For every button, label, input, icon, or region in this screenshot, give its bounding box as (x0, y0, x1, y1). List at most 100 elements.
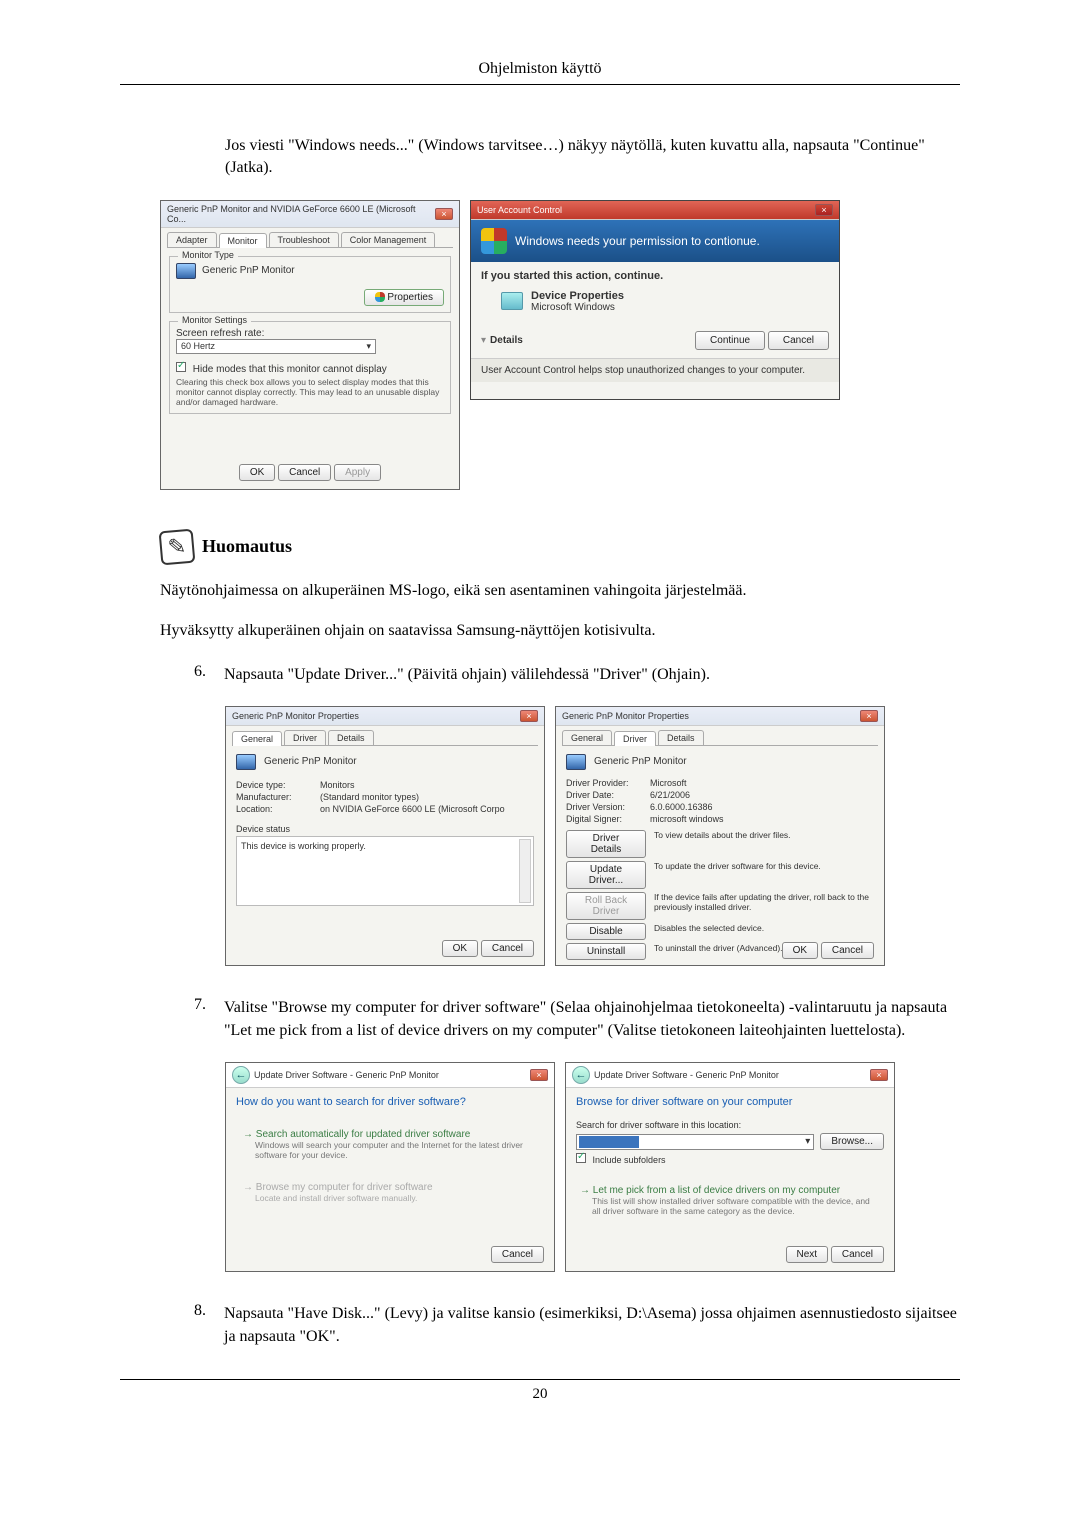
tab-row: General Driver Details (562, 730, 878, 746)
uac-started: If you started this action, continue. (481, 270, 829, 282)
dialog-title: Generic PnP Monitor Properties (562, 711, 689, 721)
opt-auto-title: Search automatically for updated driver … (256, 1129, 471, 1140)
tab-general[interactable]: General (562, 730, 612, 745)
close-icon[interactable]: × (520, 710, 538, 722)
hide-modes-checkbox[interactable] (176, 362, 186, 372)
tab-adapter[interactable]: Adapter (167, 232, 217, 247)
back-icon[interactable]: ← (232, 1066, 250, 1084)
uninstall-button[interactable]: Uninstall (566, 943, 646, 960)
tab-monitor[interactable]: Monitor (219, 233, 267, 248)
wizard-option-auto[interactable]: → Search automatically for updated drive… (236, 1122, 544, 1167)
back-icon[interactable]: ← (572, 1066, 590, 1084)
tab-details[interactable]: Details (658, 730, 704, 745)
devtype-key: Device type: (236, 780, 314, 790)
dialog-monitor-adapter: Generic PnP Monitor and NVIDIA GeForce 6… (160, 200, 460, 490)
group-monitor-settings: Monitor Settings Screen refresh rate: 60… (169, 321, 451, 414)
uac-publisher: Microsoft Windows (531, 302, 624, 313)
monitor-type-value: Generic PnP Monitor (202, 265, 295, 276)
dialog-uac: User Account Control × Windows needs you… (470, 200, 840, 400)
ok-button[interactable]: OK (239, 464, 275, 481)
dialog-title: User Account Control (477, 205, 562, 215)
figure-row-3: ← Update Driver Software - Generic PnP M… (225, 1062, 960, 1272)
wizard-heading: How do you want to search for driver sof… (236, 1096, 544, 1108)
chevron-down-icon: ▾ (366, 341, 371, 352)
apply-button[interactable]: Apply (334, 464, 381, 481)
group-label: Monitor Settings (178, 315, 251, 325)
rollback-driver-button[interactable]: Roll Back Driver (566, 892, 646, 920)
cancel-button[interactable]: Cancel (481, 940, 534, 957)
note-heading: ✎ Huomautus (160, 530, 960, 564)
step-text: Valitse "Browse my computer for driver s… (224, 996, 960, 1042)
browse-button[interactable]: Browse... (820, 1133, 884, 1150)
cancel-button[interactable]: Cancel (821, 942, 874, 959)
update-driver-desc: To update the driver software for this d… (654, 861, 874, 889)
dialog-device-properties-driver: Generic PnP Monitor Properties × General… (555, 706, 885, 966)
dialog-title: Update Driver Software - Generic PnP Mon… (254, 1070, 439, 1080)
tab-troubleshoot[interactable]: Troubleshoot (269, 232, 339, 247)
chevron-down-icon[interactable]: ▾ (802, 1136, 813, 1147)
titlebar: Generic PnP Monitor Properties × (226, 707, 544, 726)
uac-footer: User Account Control helps stop unauthor… (471, 358, 839, 382)
wizard-option-browse[interactable]: → Browse my computer for driver software… (236, 1175, 544, 1210)
chevron-down-icon[interactable]: ▾ (481, 335, 486, 346)
properties-label: Properties (387, 292, 433, 303)
cancel-button[interactable]: Cancel (491, 1246, 544, 1263)
opt-auto-desc: Windows will search your computer and th… (255, 1140, 537, 1160)
close-icon[interactable]: × (435, 208, 453, 220)
refresh-value: 60 Hertz (181, 341, 215, 351)
ok-button[interactable]: OK (782, 942, 818, 959)
status-label: Device status (236, 824, 534, 834)
location-label: Search for driver software in this locat… (576, 1120, 884, 1130)
close-icon[interactable]: × (870, 1069, 888, 1081)
close-icon[interactable]: × (530, 1069, 548, 1081)
list-item: 7. Valitse "Browse my computer for drive… (182, 996, 960, 1042)
monitor-icon (236, 754, 256, 770)
include-subfolders-checkbox[interactable] (576, 1153, 586, 1163)
group-monitor-type: Monitor Type Generic PnP Monitor Propert… (169, 256, 451, 313)
device-name: Generic PnP Monitor (594, 756, 687, 767)
wizard-heading: Browse for driver software on your compu… (576, 1096, 884, 1108)
cancel-button[interactable]: Cancel (768, 331, 829, 350)
tab-driver[interactable]: Driver (284, 730, 326, 745)
uac-details-toggle[interactable]: Details (490, 335, 523, 346)
properties-button[interactable]: Properties (364, 289, 444, 306)
cancel-button[interactable]: Cancel (831, 1246, 884, 1263)
note-icon: ✎ (159, 528, 196, 565)
driver-details-button[interactable]: Driver Details (566, 830, 646, 858)
figure-row-1: Generic PnP Monitor and NVIDIA GeForce 6… (160, 200, 960, 490)
cancel-button[interactable]: Cancel (278, 464, 331, 481)
update-driver-button[interactable]: Update Driver... (566, 861, 646, 889)
wizard-option-pick[interactable]: → Let me pick from a list of device driv… (576, 1181, 884, 1220)
monitor-icon (176, 263, 196, 279)
tab-details[interactable]: Details (328, 730, 374, 745)
intro-paragraph: Jos viesti "Windows needs..." (Windows t… (225, 135, 960, 180)
device-name: Generic PnP Monitor (264, 756, 357, 767)
note-paragraph-2: Hyväksytty alkuperäinen ohjain on saatav… (160, 620, 960, 642)
loc-val: on NVIDIA GeForce 6600 LE (Microsoft Cor… (320, 804, 505, 814)
tab-general[interactable]: General (232, 731, 282, 746)
header-rule (120, 84, 960, 85)
close-icon[interactable]: × (860, 710, 878, 722)
tab-row: General Driver Details (232, 730, 538, 746)
tab-color-management[interactable]: Color Management (341, 232, 436, 247)
location-input[interactable]: ▾ (576, 1134, 814, 1150)
manuf-key: Manufacturer: (236, 792, 314, 802)
next-button[interactable]: Next (786, 1246, 829, 1263)
refresh-label: Screen refresh rate: (176, 328, 444, 339)
titlebar: ← Update Driver Software - Generic PnP M… (226, 1063, 554, 1088)
figure-row-2: Generic PnP Monitor Properties × General… (225, 706, 960, 966)
refresh-rate-select[interactable]: 60 Hertz ▾ (176, 339, 376, 354)
group-label: Monitor Type (178, 250, 238, 260)
tab-driver[interactable]: Driver (614, 731, 656, 746)
continue-button[interactable]: Continue (695, 331, 765, 350)
shield-icon (375, 292, 385, 302)
dialog-device-properties-general: Generic PnP Monitor Properties × General… (225, 706, 545, 966)
manuf-val: (Standard monitor types) (320, 792, 419, 802)
scrollbar[interactable] (519, 839, 531, 903)
disable-button[interactable]: Disable (566, 923, 646, 940)
ok-button[interactable]: OK (442, 940, 478, 957)
uac-program-name: Device Properties (531, 290, 624, 302)
step-number: 6. (182, 663, 206, 686)
close-icon[interactable]: × (815, 204, 833, 216)
step-text: Napsauta "Update Driver..." (Päivitä ohj… (224, 663, 960, 686)
